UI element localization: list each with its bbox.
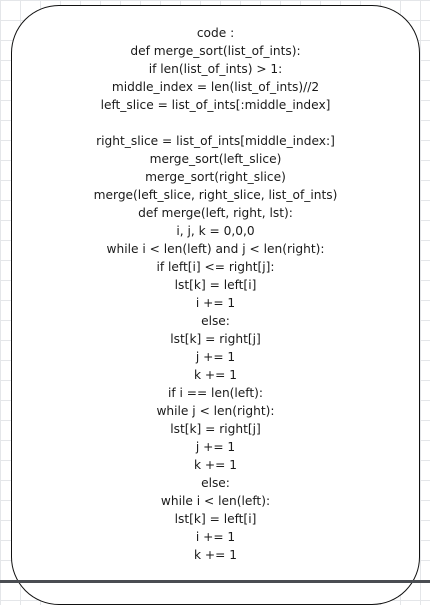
code-line: else: <box>201 314 230 328</box>
code-line-blank <box>11 114 420 132</box>
code-line: j += 1 <box>195 350 236 364</box>
code-line: while j < len(right): <box>156 404 275 418</box>
code-line: else: <box>201 476 230 490</box>
code-lines: code : def merge_sort(list_of_ints): if … <box>11 24 420 564</box>
code-line: if i == len(left): <box>167 386 264 400</box>
code-line: merge_sort(left_slice) <box>149 152 282 166</box>
code-line: while i < len(left): <box>160 494 271 508</box>
code-line: right_slice = list_of_ints[middle_index:… <box>96 134 335 148</box>
code-line: code : <box>196 26 235 40</box>
code-line: lst[k] = right[j] <box>170 332 261 346</box>
code-line: k += 1 <box>194 458 237 472</box>
code-line: def merge_sort(list_of_ints): <box>130 44 301 58</box>
code-line: left_slice = list_of_ints[:middle_index] <box>100 98 331 112</box>
code-line: i += 1 <box>195 296 236 310</box>
code-line: if left[i] <= right[j]: <box>156 260 275 274</box>
code-line: k += 1 <box>194 368 237 382</box>
code-line: i, j, k = 0,0,0 <box>176 224 255 238</box>
code-line: lst[k] = left[i] <box>174 278 257 292</box>
code-line: lst[k] = left[i] <box>174 512 257 526</box>
code-line: lst[k] = right[j] <box>170 422 261 436</box>
code-line: j += 1 <box>195 440 236 454</box>
code-line: middle_index = len(list_of_ints)//2 <box>111 80 320 94</box>
code-line: def merge(left, right, lst): <box>138 206 293 220</box>
code-line: i += 1 <box>195 530 236 544</box>
code-line: merge(left_slice, right_slice, list_of_i… <box>93 188 338 202</box>
code-line: k += 1 <box>194 548 237 562</box>
code-line: if len(list_of_ints) > 1: <box>148 62 283 76</box>
code-line: merge_sort(right_slice) <box>145 170 286 184</box>
code-line: while i < len(left) and j < len(right): <box>106 242 325 256</box>
